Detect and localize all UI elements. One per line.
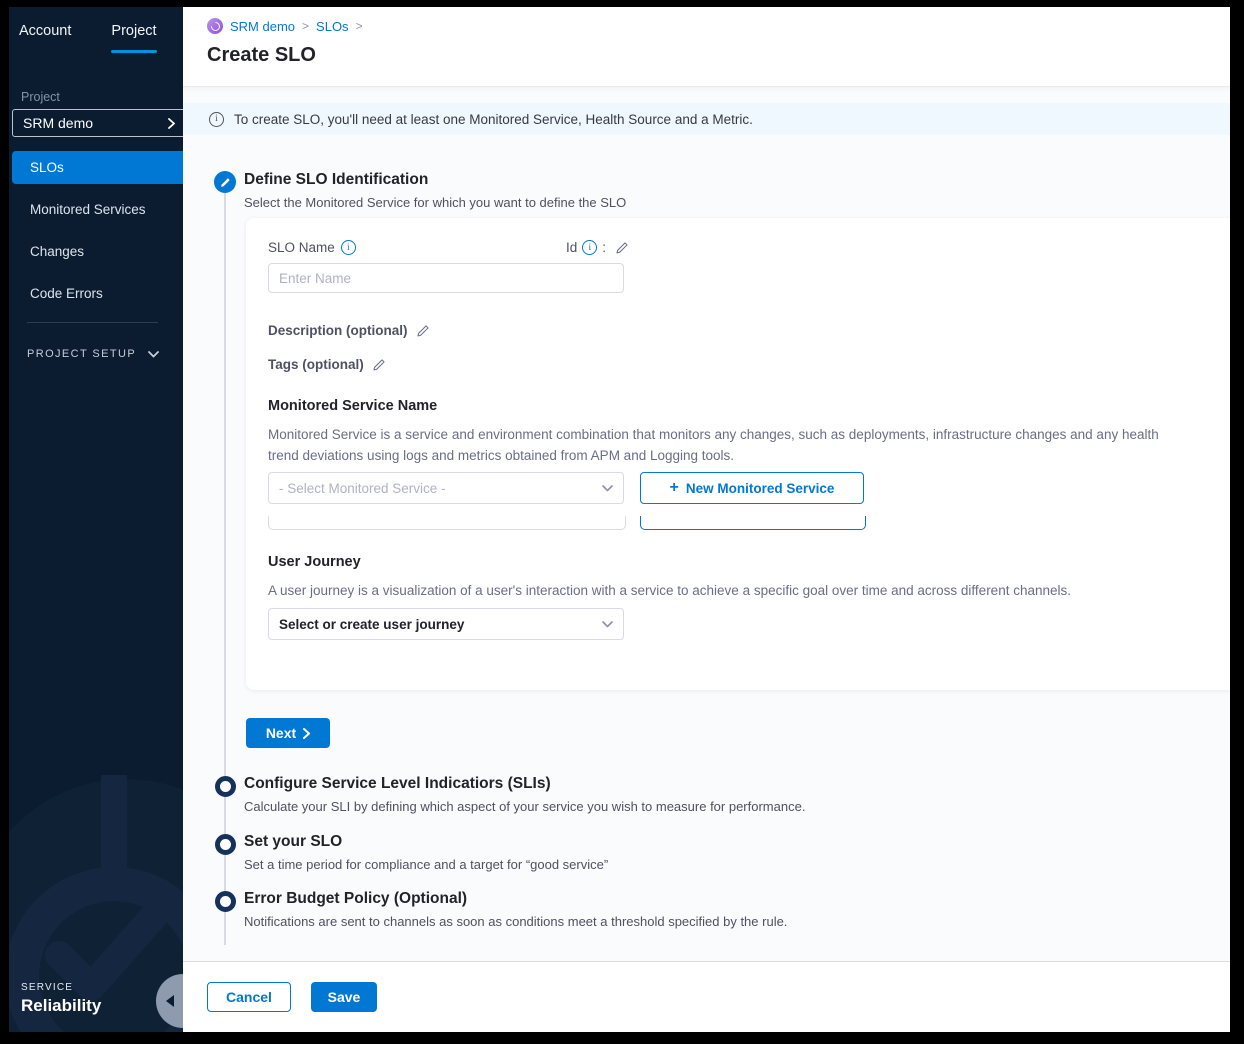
scope-tabs: Account Project [9, 7, 183, 53]
breadcrumb-separator: > [302, 19, 309, 33]
id-label: Id [566, 240, 577, 255]
sidebar-nav: SLOs Monitored Services Changes Code Err… [9, 151, 183, 319]
sidebar-item-changes[interactable]: Changes [12, 235, 183, 268]
edit-description-icon [416, 324, 430, 338]
chevron-down-icon [148, 351, 159, 358]
chevron-down-icon [602, 485, 613, 492]
monitored-service-description: Monitored Service is a service and envir… [268, 424, 1178, 466]
next-button-label: Next [266, 725, 296, 741]
slo-name-input[interactable] [268, 263, 624, 293]
page-header: SRM demo > SLOs > Create SLO [183, 7, 1230, 87]
step-description: Calculate your SLI by defining which asp… [244, 799, 1210, 814]
monitored-service-heading: Monitored Service Name [268, 398, 437, 414]
module-name: Reliability [21, 996, 101, 1016]
app-window: Account Project Project SRM demo SLOs Mo… [9, 7, 1230, 1032]
sidebar-item-monitored-services[interactable]: Monitored Services [12, 193, 183, 226]
edit-id-icon[interactable] [615, 241, 629, 255]
tab-account-label: Account [19, 23, 71, 39]
sidebar-item-code-errors[interactable]: Code Errors [12, 277, 183, 310]
cancel-button[interactable]: Cancel [207, 982, 291, 1012]
monitored-service-select-placeholder: - Select Monitored Service - [279, 481, 446, 496]
content-area: SRM demo > SLOs > Create SLO i To create… [183, 7, 1230, 1032]
tab-account[interactable]: Account [19, 23, 71, 53]
id-separator: : [602, 240, 606, 255]
chevron-right-icon [303, 728, 310, 739]
wizard-step-slis[interactable]: Configure Service Level Indicatiors (SLI… [215, 775, 1210, 814]
project-section-label: Project [21, 90, 60, 104]
user-journey-heading: User Journey [268, 554, 361, 570]
new-monitored-service-label: New Monitored Service [686, 481, 835, 496]
active-tab-underline [111, 50, 156, 53]
save-button[interactable]: Save [311, 982, 377, 1012]
step1-title: Define SLO Identification [244, 171, 428, 189]
plus-icon: + [670, 479, 679, 497]
next-button[interactable]: Next [246, 718, 330, 748]
user-journey-description: A user journey is a visualization of a u… [268, 580, 1178, 601]
sidebar-item-slos[interactable]: SLOs [12, 151, 183, 184]
tags-label: Tags (optional) [268, 357, 364, 372]
step-ring-icon [215, 891, 236, 912]
slo-name-label: SLO Name [268, 240, 335, 255]
user-journey-select-value: Select or create user journey [279, 617, 464, 632]
module-eyebrow: SERVICE [21, 982, 101, 993]
sidebar-item-label: Changes [30, 244, 84, 259]
chevron-right-icon [168, 118, 175, 129]
info-banner-text: To create SLO, you'll need at least one … [234, 112, 753, 127]
breadcrumb-separator: > [356, 19, 363, 33]
step-description: Notifications are sent to channels as so… [244, 914, 1210, 929]
button-ghost-outline [640, 516, 866, 530]
tab-project[interactable]: Project [111, 23, 156, 53]
chevron-down-icon [602, 621, 613, 628]
step1-subtitle: Select the Monitored Service for which y… [244, 195, 626, 210]
wizard-step-set-slo[interactable]: Set your SLO Set a time period for compl… [215, 833, 1210, 872]
step1-edit-icon [214, 171, 236, 193]
step-title: Error Budget Policy (Optional) [244, 890, 1210, 908]
user-journey-select[interactable]: Select or create user journey [268, 608, 624, 640]
main-panel: i To create SLO, you'll need at least on… [183, 87, 1230, 961]
info-icon: i [209, 112, 224, 127]
sidebar-item-label: SLOs [30, 160, 64, 175]
step-title: Set your SLO [244, 833, 1210, 851]
edit-tags-icon [372, 358, 386, 372]
slo-identification-card: SLO Name i Id i : Description (optional)… [246, 218, 1230, 690]
project-selector[interactable]: SRM demo [12, 109, 183, 137]
new-monitored-service-button[interactable]: + New Monitored Service [640, 472, 864, 504]
sidebar: Account Project Project SRM demo SLOs Mo… [9, 7, 183, 1032]
sidebar-item-label: Code Errors [30, 286, 103, 301]
description-toggle[interactable]: Description (optional) [268, 323, 430, 338]
info-banner: i To create SLO, you'll need at least on… [183, 103, 1230, 135]
project-setup-toggle[interactable]: PROJECT SETUP [27, 348, 159, 360]
breadcrumb-link-slos[interactable]: SLOs [316, 19, 349, 34]
tags-toggle[interactable]: Tags (optional) [268, 357, 386, 372]
select-ghost-outline [268, 516, 626, 530]
tab-project-label: Project [111, 23, 156, 39]
srm-module-icon [207, 18, 223, 34]
description-label: Description (optional) [268, 323, 408, 338]
collapse-arrow-icon [166, 995, 174, 1007]
step-ring-icon [215, 776, 236, 797]
breadcrumb-link-project[interactable]: SRM demo [230, 19, 295, 34]
slo-name-info-icon[interactable]: i [341, 240, 356, 255]
project-setup-label: PROJECT SETUP [27, 348, 136, 360]
step-description: Set a time period for compliance and a t… [244, 857, 1210, 872]
monitored-service-select[interactable]: - Select Monitored Service - [268, 472, 624, 504]
step-title: Configure Service Level Indicatiors (SLI… [244, 775, 1210, 793]
id-info-icon[interactable]: i [582, 240, 597, 255]
page-title: Create SLO [207, 44, 1230, 67]
page-footer: Cancel Save [183, 961, 1230, 1032]
wizard-step-error-budget[interactable]: Error Budget Policy (Optional) Notificat… [215, 890, 1210, 929]
step-ring-icon [215, 834, 236, 855]
breadcrumb: SRM demo > SLOs > [207, 7, 1230, 34]
sidebar-item-label: Monitored Services [30, 202, 146, 217]
project-selector-value: SRM demo [23, 115, 93, 131]
sidebar-divider [27, 322, 158, 323]
module-brand: SERVICE Reliability [21, 982, 101, 1016]
